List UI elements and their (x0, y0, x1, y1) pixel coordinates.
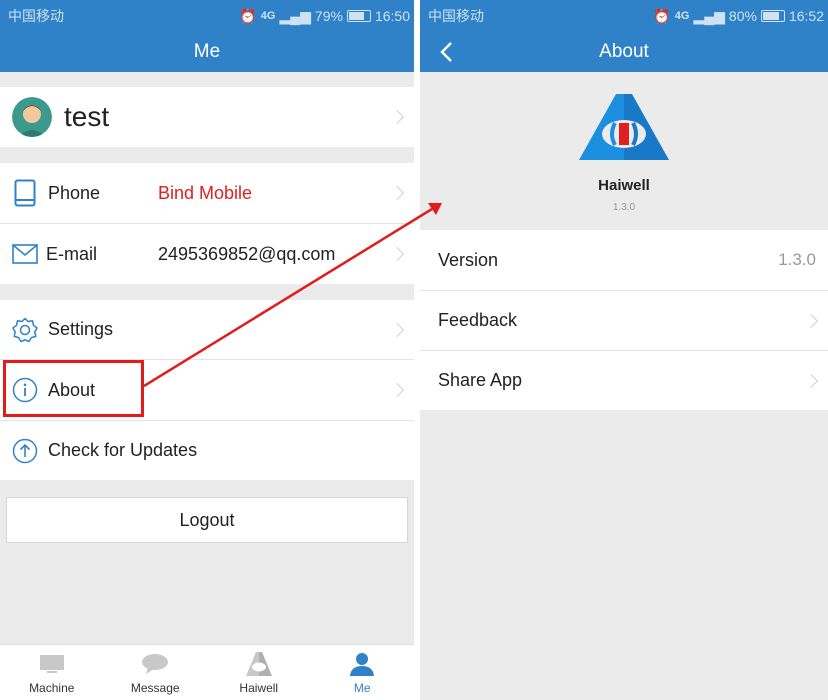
logout-button[interactable]: Logout (6, 497, 408, 543)
bind-mobile-link[interactable]: Bind Mobile (158, 183, 252, 204)
profile-row[interactable]: test (0, 87, 414, 147)
clock: 16:52 (788, 8, 824, 24)
envelope-icon (12, 244, 38, 264)
email-row[interactable]: E-mail 2495369852@qq.com (0, 224, 414, 284)
chevron-right-icon (389, 382, 405, 398)
status-bar: 中国移动 ⏰ 4G ▂▄▆ 80% 16:52 (420, 0, 828, 32)
upload-arrow-icon (12, 438, 38, 464)
chevron-left-icon (440, 42, 452, 62)
tab-haiwell[interactable]: Haiwell (207, 645, 311, 700)
info-icon (12, 377, 38, 403)
chevron-right-icon (803, 373, 819, 388)
settings-label: Settings (48, 319, 114, 339)
signal-icon: ▂▄▆ (693, 7, 725, 24)
tab-label: Message (130, 681, 180, 695)
battery-icon (760, 10, 785, 22)
version-row: Version 1.3.0 (420, 230, 828, 290)
tab-message[interactable]: Message (104, 645, 208, 700)
tab-label: Me (353, 681, 371, 695)
page-title: Me (193, 41, 221, 62)
clock: 16:50 (374, 8, 410, 24)
chat-bubble-icon (141, 651, 169, 677)
app-info-header: Haiwell 1.3.0 (420, 72, 828, 230)
about-screen: 中国移动 ⏰ 4G ▂▄▆ 80% 16:52 About Haiwell 1.… (420, 0, 828, 700)
tab-label: Machine (29, 681, 75, 695)
status-bar: 中国移动 ⏰ 4G ▂▄▆ 79% 16:50 (0, 0, 414, 32)
check-updates-row[interactable]: Check for Updates (0, 421, 414, 480)
page-title: About (599, 41, 649, 62)
about-label: About (48, 379, 96, 400)
check-updates-label: Check for Updates (48, 440, 198, 460)
alarm-icon: ⏰ (239, 7, 257, 24)
battery-percent: 80% (728, 8, 757, 24)
network-label: 4G (674, 10, 690, 22)
phone-label: Phone (48, 182, 101, 203)
version-label: Version (438, 249, 499, 270)
battery-percent: 79% (314, 8, 343, 24)
haiwell-logo (579, 90, 669, 169)
carrier-label: 中国移动 (428, 8, 484, 24)
chevron-right-icon (389, 246, 405, 262)
tab-me[interactable]: Me (311, 645, 415, 700)
carrier-label: 中国移动 (8, 8, 64, 24)
chevron-right-icon (389, 185, 405, 201)
tab-bar: Machine Message Haiwell Me (0, 644, 414, 700)
signal-icon: ▂▄▆ (279, 7, 311, 24)
about-row[interactable]: About (0, 360, 414, 420)
monitor-icon (39, 651, 65, 677)
email-label: E-mail (46, 243, 98, 264)
feedback-label: Feedback (438, 310, 518, 330)
chevron-right-icon (389, 322, 405, 337)
tab-label: Haiwell (239, 681, 279, 695)
logout-label: Logout (179, 509, 235, 530)
profile-name: test (64, 101, 110, 132)
share-app-label: Share App (438, 370, 523, 390)
chevron-right-icon (803, 313, 819, 328)
tab-machine[interactable]: Machine (0, 645, 104, 700)
nav-bar: Me (0, 32, 414, 72)
app-version: 1.3.0 (612, 202, 636, 213)
feedback-row[interactable]: Feedback (420, 291, 828, 350)
phone-icon (14, 179, 36, 207)
gear-icon (12, 317, 38, 343)
app-name: Haiwell (598, 177, 650, 194)
network-label: 4G (260, 10, 276, 22)
haiwell-logo-icon (245, 651, 272, 677)
settings-row[interactable]: Settings (0, 300, 414, 359)
email-value: 2495369852@qq.com (158, 243, 336, 264)
version-value: 1.3.0 (778, 250, 816, 269)
back-button[interactable] (426, 32, 466, 72)
battery-icon (346, 10, 371, 22)
avatar (12, 97, 52, 137)
phone-row[interactable]: Phone Bind Mobile (0, 163, 414, 223)
share-app-row[interactable]: Share App (420, 351, 828, 410)
alarm-icon: ⏰ (653, 7, 671, 24)
nav-bar: About (420, 32, 828, 72)
person-icon (349, 651, 375, 677)
me-screen: 中国移动 ⏰ 4G ▂▄▆ 79% 16:50 Me test Phone Bi… (0, 0, 414, 700)
chevron-right-icon (389, 109, 405, 125)
